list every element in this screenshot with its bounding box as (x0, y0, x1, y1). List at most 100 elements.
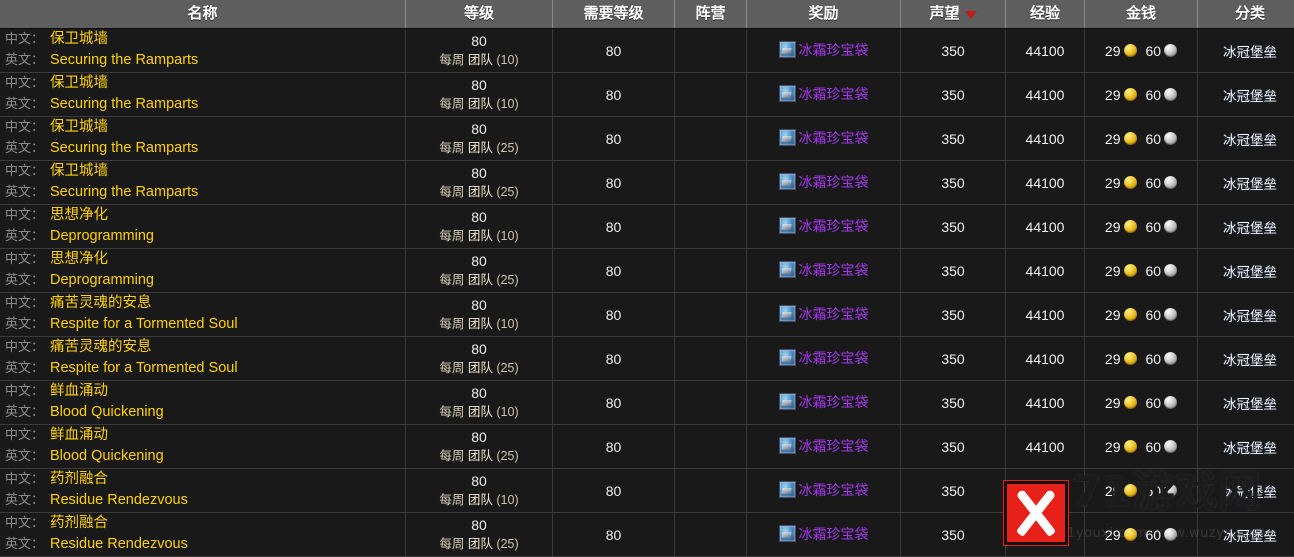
cell-quest-name: 中文：思想净化英文：Deprogramming (0, 205, 406, 249)
category-link[interactable]: 冰冠堡垒 (1223, 177, 1277, 192)
cell-faction (675, 73, 747, 117)
category-link[interactable]: 冰冠堡垒 (1223, 89, 1277, 104)
quest-link-chinese[interactable]: 药剂融合 (50, 514, 108, 532)
cell-category: 冰冠堡垒 (1198, 161, 1294, 205)
silver-amount: 60 (1146, 527, 1162, 543)
cell-reward: 冰霜珍宝袋 (747, 425, 901, 469)
quest-link-english[interactable]: Respite for a Tormented Soul (50, 359, 238, 377)
reward-item-link[interactable]: 冰霜珍宝袋 (799, 216, 869, 236)
column-header-name[interactable]: 名称 (0, 0, 406, 29)
quest-link-chinese[interactable]: 保卫城墙 (50, 162, 108, 180)
quest-link-chinese[interactable]: 保卫城墙 (50, 30, 108, 48)
money-wrapper: 2960 (1105, 43, 1177, 59)
level-value: 80 (406, 516, 552, 535)
quest-link-chinese[interactable]: 鲜血涌动 (50, 382, 108, 400)
category-link[interactable]: 冰冠堡垒 (1223, 309, 1277, 324)
reputation-value: 350 (941, 307, 964, 323)
quest-name-english-line: 英文：Deprogramming (5, 227, 405, 248)
reputation-value: 350 (941, 43, 964, 59)
reward-item-link[interactable]: 冰霜珍宝袋 (799, 480, 869, 500)
table-row: 中文：保卫城墙英文：Securing the Ramparts80每周 团队 (… (0, 29, 1294, 73)
quest-link-english[interactable]: Securing the Ramparts (50, 139, 198, 157)
reward-item-link[interactable]: 冰霜珍宝袋 (799, 128, 869, 148)
column-header-level[interactable]: 等级 (406, 0, 553, 29)
reward-item-link[interactable]: 冰霜珍宝袋 (799, 172, 869, 192)
column-header-reward[interactable]: 奖励 (747, 0, 901, 29)
quest-link-chinese[interactable]: 保卫城墙 (50, 118, 108, 136)
reward-wrapper: 冰霜珍宝袋 (779, 172, 869, 192)
column-header-reputation[interactable]: 声望 (901, 0, 1006, 29)
gold-amount: 29 (1105, 263, 1121, 279)
reward-item-link[interactable]: 冰霜珍宝袋 (799, 304, 869, 324)
quest-type: 团队 (468, 229, 493, 243)
required-level-value: 80 (606, 219, 622, 235)
quest-link-english[interactable]: Deprogramming (50, 271, 154, 289)
reward-item-link[interactable]: 冰霜珍宝袋 (799, 84, 869, 104)
cell-category: 冰冠堡垒 (1198, 381, 1294, 425)
experience-value: 44100 (1026, 131, 1065, 147)
cell-faction (675, 381, 747, 425)
column-header-faction-label: 阵营 (695, 0, 725, 28)
category-link[interactable]: 冰冠堡垒 (1223, 441, 1277, 456)
quest-link-chinese[interactable]: 药剂融合 (50, 470, 108, 488)
category-link[interactable]: 冰冠堡垒 (1223, 353, 1277, 368)
reward-item-link[interactable]: 冰霜珍宝袋 (799, 436, 869, 456)
column-header-money[interactable]: 金钱 (1085, 0, 1198, 29)
money-wrapper: 2960 (1105, 439, 1177, 455)
chinese-label: 中文： (5, 426, 44, 444)
quest-link-english[interactable]: Respite for a Tormented Soul (50, 315, 238, 333)
quest-link-english[interactable]: Blood Quickening (50, 403, 164, 421)
category-link[interactable]: 冰冠堡垒 (1223, 529, 1277, 544)
cell-quest-name: 中文：药剂融合英文：Residue Rendezvous (0, 469, 406, 513)
reward-item-link[interactable]: 冰霜珍宝袋 (799, 524, 869, 544)
frost-satchel-icon (779, 85, 796, 102)
reward-item-link[interactable]: 冰霜珍宝袋 (799, 40, 869, 60)
cell-required-level: 80 (553, 117, 675, 161)
column-header-category[interactable]: 分类 (1198, 0, 1294, 29)
quest-type: 团队 (468, 405, 493, 419)
category-link[interactable]: 冰冠堡垒 (1223, 133, 1277, 148)
cell-reward: 冰霜珍宝袋 (747, 337, 901, 381)
category-link[interactable]: 冰冠堡垒 (1223, 265, 1277, 280)
english-label: 英文： (5, 271, 44, 289)
cell-reputation: 350 (901, 161, 1006, 205)
table-row: 中文：痛苦灵魂的安息英文：Respite for a Tormented Sou… (0, 293, 1294, 337)
quest-link-english[interactable]: Securing the Ramparts (50, 95, 198, 113)
quest-link-english[interactable]: Deprogramming (50, 227, 154, 245)
reward-wrapper: 冰霜珍宝袋 (779, 480, 869, 500)
reward-item-link[interactable]: 冰霜珍宝袋 (799, 348, 869, 368)
quest-link-english[interactable]: Residue Rendezvous (50, 491, 188, 509)
column-header-experience[interactable]: 经验 (1006, 0, 1085, 29)
category-link[interactable]: 冰冠堡垒 (1223, 485, 1277, 500)
reward-item-link[interactable]: 冰霜珍宝袋 (799, 260, 869, 280)
quest-link-chinese[interactable]: 痛苦灵魂的安息 (50, 294, 152, 312)
cell-experience: 44100 (1006, 469, 1085, 513)
chinese-label: 中文： (5, 162, 44, 180)
cell-quest-name: 中文：鲜血涌动英文：Blood Quickening (0, 425, 406, 469)
quest-link-english[interactable]: Blood Quickening (50, 447, 164, 465)
quest-link-chinese[interactable]: 思想净化 (50, 250, 108, 268)
reward-wrapper: 冰霜珍宝袋 (779, 524, 869, 544)
silver-coin-icon (1164, 220, 1177, 233)
cell-reputation: 350 (901, 337, 1006, 381)
quest-link-english[interactable]: Securing the Ramparts (50, 183, 198, 201)
cell-quest-name: 中文：保卫城墙英文：Securing the Ramparts (0, 73, 406, 117)
category-link[interactable]: 冰冠堡垒 (1223, 45, 1277, 60)
quest-period: 每周 (439, 273, 464, 287)
quest-link-chinese[interactable]: 痛苦灵魂的安息 (50, 338, 152, 356)
money-wrapper: 2960 (1105, 527, 1177, 543)
raid-size: (10) (496, 97, 518, 111)
quest-link-english[interactable]: Securing the Ramparts (50, 51, 198, 69)
quest-link-english[interactable]: Residue Rendezvous (50, 535, 188, 553)
silver-amount: 60 (1146, 219, 1162, 235)
quest-link-chinese[interactable]: 保卫城墙 (50, 74, 108, 92)
reward-item-link[interactable]: 冰霜珍宝袋 (799, 392, 869, 412)
quest-link-chinese[interactable]: 思想净化 (50, 206, 108, 224)
quest-link-chinese[interactable]: 鲜血涌动 (50, 426, 108, 444)
column-header-required-level[interactable]: 需要等级 (553, 0, 675, 29)
column-header-faction[interactable]: 阵营 (675, 0, 747, 29)
gold-coin-icon (1124, 484, 1137, 497)
category-link[interactable]: 冰冠堡垒 (1223, 221, 1277, 236)
category-link[interactable]: 冰冠堡垒 (1223, 397, 1277, 412)
reward-wrapper: 冰霜珍宝袋 (779, 84, 869, 104)
